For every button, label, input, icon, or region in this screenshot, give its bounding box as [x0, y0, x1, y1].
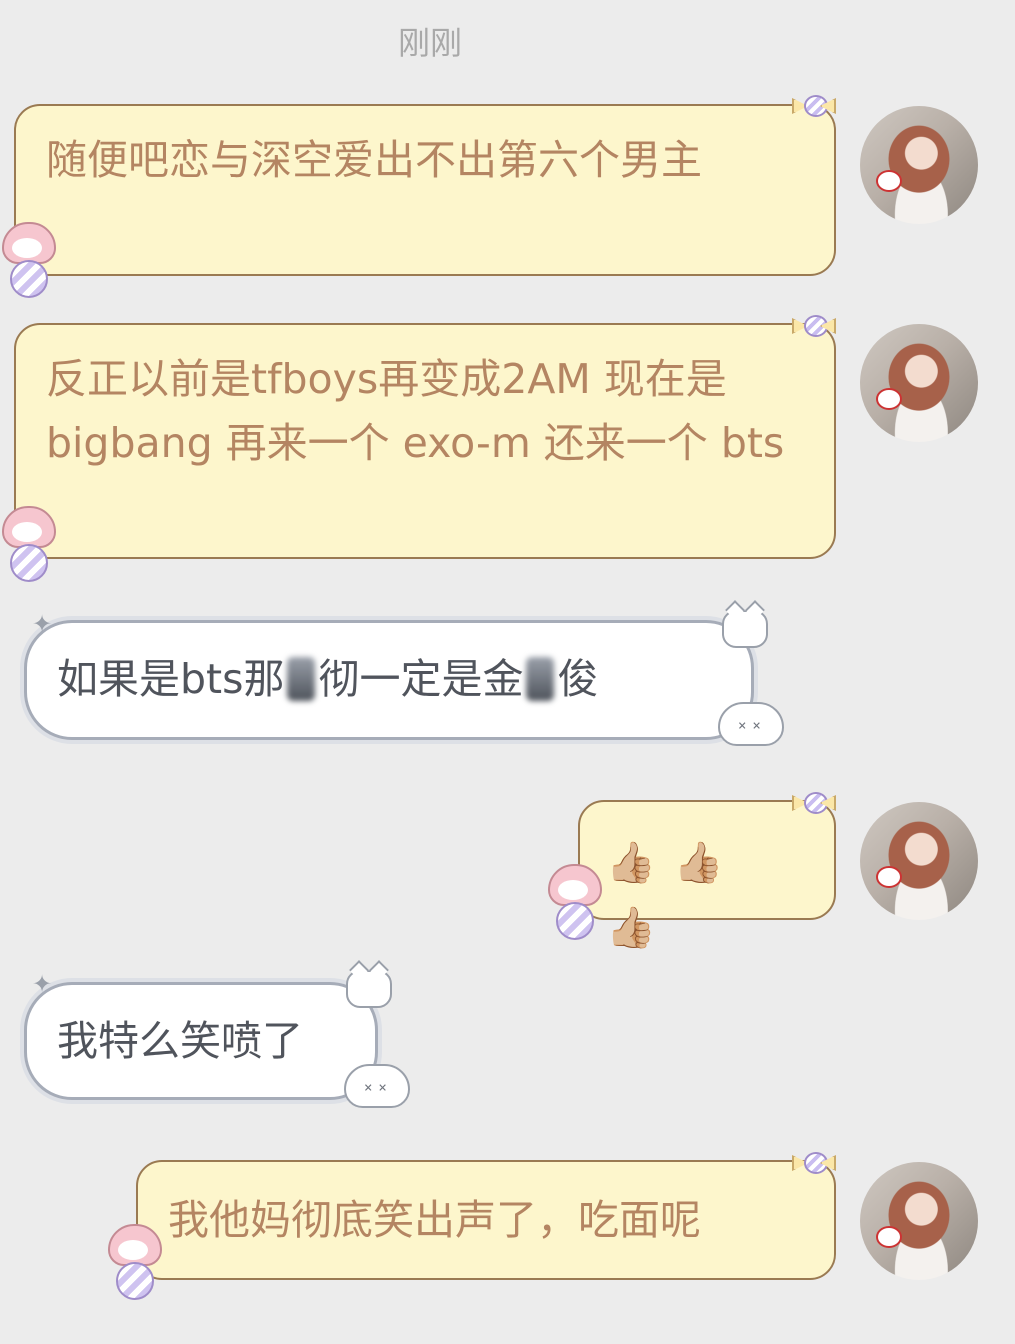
message-text-part: 俊 [557, 655, 599, 703]
candy-sticker-icon [792, 1151, 836, 1174]
message-timestamp: 刚刚 [397, 24, 462, 62]
my-melody-sticker-icon [546, 858, 604, 940]
redacted-text-block [287, 657, 316, 701]
candy-sticker-icon [792, 94, 836, 117]
message-text: 我特么笑喷了 [57, 1017, 303, 1065]
message-text-part: 彻一定是金 [318, 655, 524, 703]
my-melody-sticker-icon [0, 500, 58, 582]
kitty-sticker-icon [346, 970, 392, 1008]
message-text: 我他妈彻底笑出声了，吃面呢 [168, 1196, 701, 1244]
user-avatar[interactable] [860, 1162, 978, 1280]
candy-sticker-icon [792, 314, 836, 337]
cloud-character-sticker-icon: ×× [718, 702, 784, 746]
sent-message-bubble[interactable]: 随便吧恋与深空爱出不出第六个男主 [14, 104, 836, 276]
cloud-character-sticker-icon: ×× [344, 1064, 410, 1108]
sent-message-bubble[interactable]: 反正以前是tfboys再变成2AM 现在是bigbang 再来一个 exo-m … [14, 323, 836, 559]
my-melody-sticker-icon [0, 216, 58, 298]
sent-message-bubble[interactable]: 👍🏼👍🏼👍🏼 [578, 800, 836, 951]
received-message-bubble[interactable]: 我特么笑喷了 [24, 982, 378, 1100]
user-avatar[interactable] [860, 324, 978, 442]
kitty-sticker-icon [722, 610, 768, 648]
message-text: 随便吧恋与深空爱出不出第六个男主 [46, 136, 702, 184]
thumbs-up-emoji-icon: 👍🏼👍🏼👍🏼 [606, 840, 742, 951]
user-avatar[interactable] [860, 106, 978, 224]
candy-sticker-icon [792, 791, 836, 814]
message-text: 反正以前是tfboys再变成2AM 现在是bigbang 再来一个 exo-m … [46, 355, 785, 467]
sparkle-icon: ✦ [32, 970, 53, 998]
user-avatar[interactable] [860, 802, 978, 920]
sparkle-icon: ✦ [32, 610, 53, 638]
redacted-text-block [526, 657, 555, 701]
my-melody-sticker-icon [106, 1218, 164, 1300]
sent-message-bubble[interactable]: 我他妈彻底笑出声了，吃面呢 [136, 1160, 836, 1280]
received-message-bubble[interactable]: 如果是bts那 彻一定是金俊 [24, 620, 754, 740]
message-text-part: 如果是bts那 [57, 655, 285, 703]
